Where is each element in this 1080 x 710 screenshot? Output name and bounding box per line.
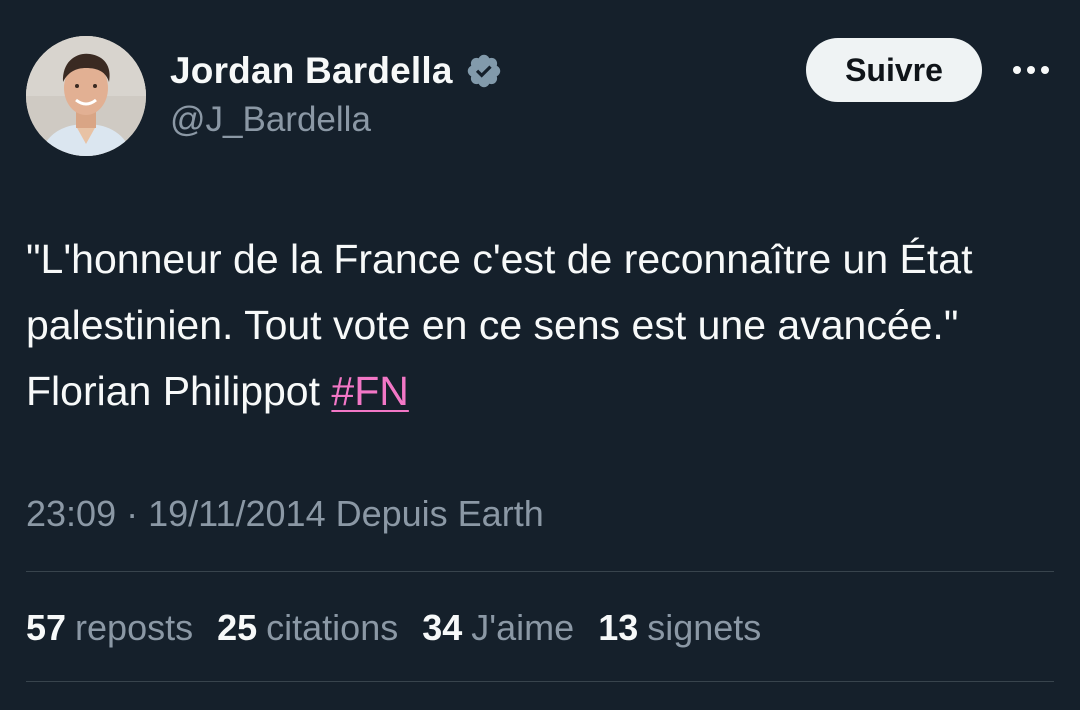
- hashtag-link[interactable]: #FN: [331, 368, 408, 414]
- stat-count: 13: [598, 607, 639, 648]
- engagement-stats: 57 reposts 25 citations 34 J'aime 13 sig…: [26, 604, 785, 652]
- stat-quotes[interactable]: 25 citations: [217, 607, 398, 649]
- stat-label: signets: [647, 607, 762, 648]
- divider-bottom: [26, 681, 1054, 682]
- tweet-time[interactable]: 23:09: [26, 493, 116, 535]
- tweet-date[interactable]: 19/11/2014: [148, 493, 326, 535]
- meta-separator: ·: [126, 493, 139, 534]
- divider-top: [26, 571, 1054, 572]
- avatar[interactable]: [26, 36, 146, 156]
- stat-count: 57: [26, 607, 67, 648]
- more-options-icon[interactable]: [1006, 50, 1056, 90]
- tweet-metadata: 23:09 · 19/11/2014 Depuis Earth: [26, 490, 544, 538]
- avatar-image: [26, 36, 146, 156]
- stat-count: 34: [422, 607, 463, 648]
- tweet-card: Jordan Bardella @J_Bardella Suivre "L'ho…: [0, 0, 1080, 710]
- stat-label: citations: [266, 607, 399, 648]
- stat-bookmarks[interactable]: 13 signets: [598, 607, 761, 649]
- tweet-body: "L'honneur de la France c'est de reconna…: [26, 236, 973, 414]
- stat-label: reposts: [75, 607, 194, 648]
- author-handle[interactable]: @J_Bardella: [170, 100, 371, 140]
- follow-button[interactable]: Suivre: [806, 38, 982, 102]
- stat-count: 25: [217, 607, 258, 648]
- tweet-source: Depuis Earth: [335, 493, 544, 534]
- verified-badge-icon[interactable]: [465, 52, 503, 90]
- tweet-text: "L'honneur de la France c'est de reconna…: [26, 226, 1056, 424]
- stat-label: J'aime: [471, 607, 575, 648]
- author-name-row: Jordan Bardella: [170, 48, 503, 94]
- author-display-name[interactable]: Jordan Bardella: [170, 50, 453, 92]
- stat-likes[interactable]: 34 J'aime: [422, 607, 574, 649]
- stat-reposts[interactable]: 57 reposts: [26, 607, 193, 649]
